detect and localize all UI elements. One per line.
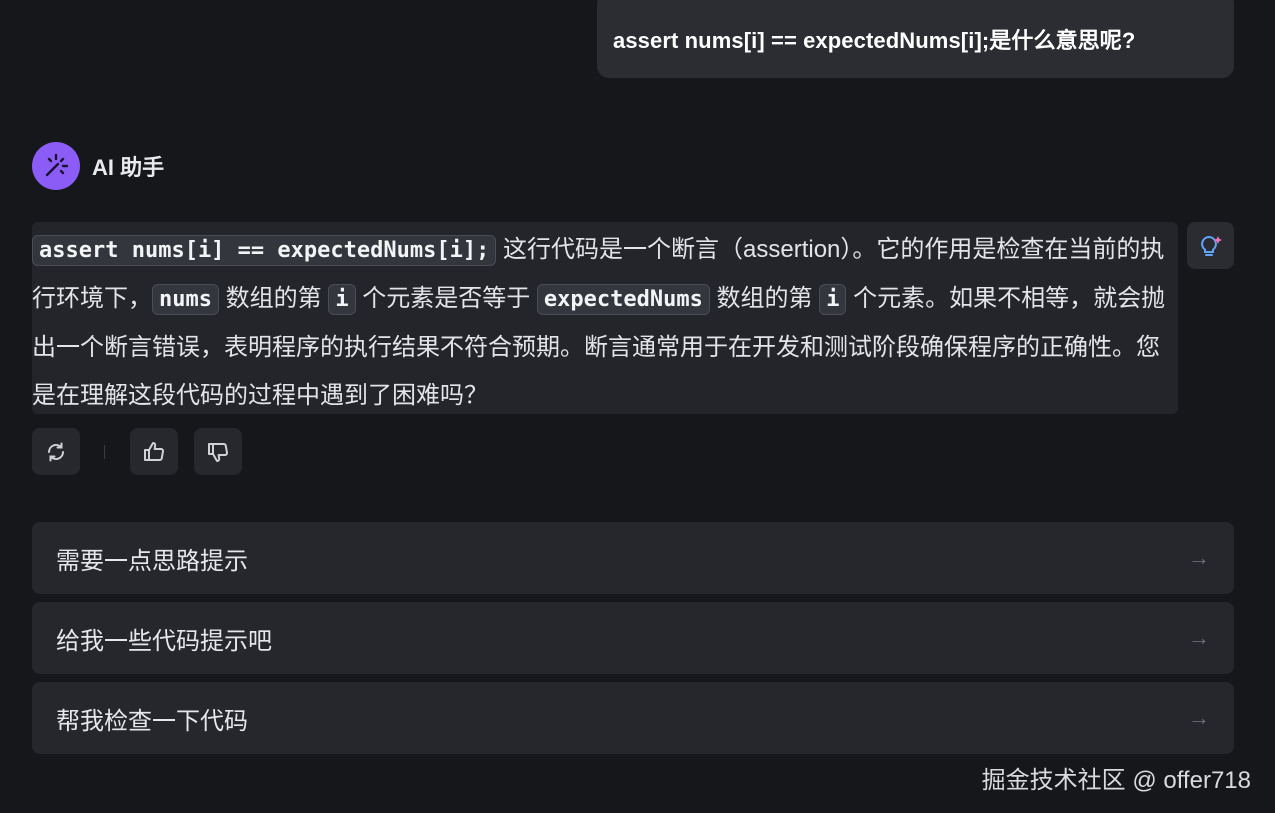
assistant-avatar xyxy=(32,142,80,190)
suggestion-label: 需要一点思路提示 xyxy=(56,547,248,575)
refresh-icon xyxy=(47,442,65,461)
inline-code: i xyxy=(819,284,847,315)
lightbulb-sparkle-icon xyxy=(1200,235,1222,256)
answer-text: 数组的第 xyxy=(218,285,329,312)
assistant-header: AI 助手 xyxy=(32,142,164,190)
arrow-right-icon: → xyxy=(1188,625,1210,650)
suggestion-item[interactable]: 需要一点思路提示 → xyxy=(32,522,1234,594)
magic-wand-icon xyxy=(45,153,69,177)
inline-code: i xyxy=(328,284,356,315)
regenerate-button[interactable] xyxy=(32,428,80,475)
inline-code: assert nums[i] == expectedNums[i]; xyxy=(32,235,497,266)
arrow-right-icon: → xyxy=(1188,705,1210,730)
watermark: 掘金技术社区 @ offer718 xyxy=(981,767,1251,794)
answer-text: 数组的第 xyxy=(709,285,820,312)
suggestion-item[interactable]: 给我一些代码提示吧 → xyxy=(32,602,1234,674)
message-actions xyxy=(32,428,242,475)
suggestion-label: 给我一些代码提示吧 xyxy=(56,627,272,655)
explain-hint-button[interactable] xyxy=(1187,222,1234,269)
assistant-name: AI 助手 xyxy=(92,155,165,180)
thumbs-down-icon xyxy=(208,442,228,462)
arrow-right-icon: → xyxy=(1188,545,1210,570)
answer-text: 个元素是否等于 xyxy=(355,285,537,312)
inline-code: expectedNums xyxy=(536,284,710,315)
user-message-bubble: assert nums[i] == expectedNums[i];是什么意思呢… xyxy=(597,0,1234,78)
answer-paragraph: assert nums[i] == expectedNums[i]; 这行代码是… xyxy=(32,226,1176,420)
suggestion-label: 帮我检查一下代码 xyxy=(56,707,248,735)
thumbs-up-icon xyxy=(144,441,164,461)
like-button[interactable] xyxy=(130,428,178,475)
user-message-text: assert nums[i] == expectedNums[i];是什么意思呢… xyxy=(613,28,1136,53)
dislike-button[interactable] xyxy=(194,428,242,475)
actions-divider xyxy=(104,444,105,459)
assistant-answer: assert nums[i] == expectedNums[i]; 这行代码是… xyxy=(32,222,1178,414)
suggestion-item[interactable]: 帮我检查一下代码 → xyxy=(32,682,1234,754)
inline-code: nums xyxy=(152,284,219,315)
